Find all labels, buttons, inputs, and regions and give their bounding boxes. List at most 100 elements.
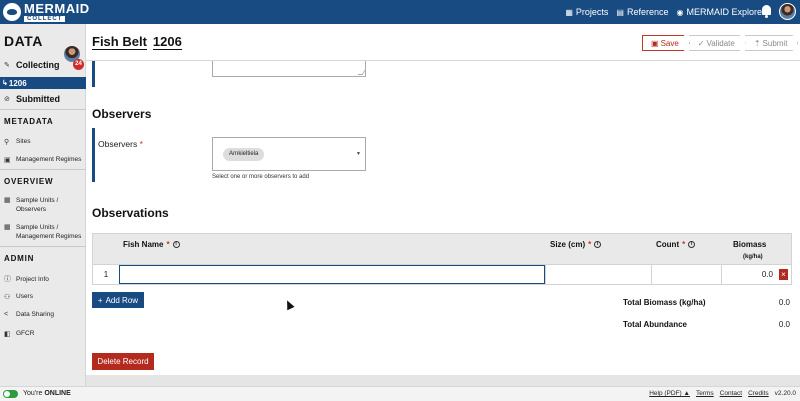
resize-grip-icon[interactable] (357, 70, 366, 75)
info-icon[interactable]: i (594, 241, 602, 248)
nav-link-reference[interactable]: ▤ Reference (616, 7, 668, 17)
gfcr-icon: ◧ (4, 330, 11, 338)
col-header-fish-name-label: Fish Name (123, 240, 164, 249)
credits-link[interactable]: Credits (748, 390, 769, 397)
sidebar-item-collecting-label: Collecting (16, 60, 60, 70)
reference-icon: ▤ (616, 7, 624, 17)
management-regimes-icon: ▣ (4, 156, 11, 164)
observations-section-title: Observations (92, 206, 169, 220)
add-row-button[interactable]: + Add Row (92, 292, 144, 308)
delete-row-button[interactable]: × (779, 269, 788, 280)
row-number: 1 (103, 270, 109, 279)
row-biomass-value: 0.0 (761, 270, 773, 279)
page-bottom-strip (86, 375, 800, 386)
submit-button-label: Submit (762, 38, 788, 48)
top-navbar: MERMAID COLLECT ▦ Projects ▤ Reference ◉… (0, 0, 800, 24)
sidebar-heading-overview: OVERVIEW (4, 177, 54, 186)
col-header-fish-name: Fish Name * i (123, 240, 180, 249)
info-icon[interactable]: i (688, 241, 696, 248)
sidebar-item-sites-label: Sites (16, 138, 31, 145)
col-header-size-label: Size (cm) (550, 240, 586, 249)
table-header: Fish Name * i Size (cm) * i Count * i Bioma… (92, 233, 792, 265)
observers-help-text: Select one or more observers to add (212, 174, 310, 180)
share-icon: < (4, 311, 9, 318)
sidebar-item-gfcr-label: GFCR (16, 330, 35, 337)
observer-chip[interactable]: Arnkieltiela (223, 148, 265, 161)
delete-record-button[interactable]: Delete Record (92, 353, 154, 370)
observations-table: Fish Name * i Size (cm) * i Count * i Bioma… (92, 233, 792, 285)
count-input[interactable] (651, 265, 721, 284)
return-arrow-icon: ↳ (2, 80, 8, 87)
submit-button[interactable]: ⇡ Submit (745, 35, 799, 51)
sidebar-heading-metadata: METADATA (4, 117, 54, 126)
mermaid-logo-icon (3, 3, 21, 21)
online-status-value: ONLINE (44, 390, 71, 397)
required-mark: * (166, 240, 170, 249)
sidebar-item-collecting[interactable]: ✎ Collecting (0, 60, 86, 70)
help-link-label: Help (PDF) (649, 390, 682, 397)
users-icon: ⚇ (4, 293, 11, 301)
fish-name-input[interactable] (119, 265, 545, 284)
sidebar-item-su-management-regimes[interactable]: ▦ Sample Units / Management Regimes (0, 223, 86, 241)
add-row-button-label: Add Row (105, 295, 139, 305)
total-biomass-label: Total Biomass (kg/ha) (623, 298, 706, 307)
help-link[interactable]: Help (PDF) ▲ (649, 390, 690, 397)
projects-icon: ▦ (565, 7, 573, 17)
nav-link-reference-label: Reference (626, 7, 669, 17)
total-abundance-label: Total Abundance (623, 320, 687, 329)
main-content: Fish Belt 1206 ▣ Save ✓ Validate ⇡ Submi… (86, 24, 800, 386)
terms-link[interactable]: Terms (696, 390, 714, 397)
upload-icon: ⇡ (753, 38, 761, 48)
online-status-prefix: You're (23, 390, 43, 397)
notifications-bell-icon[interactable] (761, 5, 772, 18)
nav-link-projects[interactable]: ▦ Projects (565, 7, 608, 17)
sidebar-item-sites[interactable]: ⚲ Sites (0, 137, 86, 146)
online-toggle[interactable] (3, 390, 18, 398)
save-button[interactable]: ▣ Save (642, 35, 690, 51)
sidebar-divider (0, 109, 86, 110)
online-status: You're ONLINE (23, 390, 71, 397)
notes-textarea[interactable] (212, 61, 366, 77)
sidebar-divider (0, 246, 86, 247)
table-row: 1 0.0 × (92, 265, 792, 285)
sidebar-item-data-sharing[interactable]: < Data Sharing (0, 310, 86, 319)
col-header-size: Size (cm) * i (550, 240, 602, 249)
page-title: Fish Belt 1206 (92, 35, 182, 50)
sidebar-item-submitted-label: Submitted (16, 94, 60, 104)
field-accent-bar (92, 61, 95, 87)
sidebar-item-submitted[interactable]: ⊘ Submitted (0, 94, 86, 104)
sidebar-item-users[interactable]: ⚇ Users (0, 292, 86, 301)
mermaid-logo[interactable]: MERMAID COLLECT (3, 2, 90, 22)
sidebar-item-su-management-regimes-label: Sample Units / Management Regimes (16, 224, 82, 240)
sample-units-observers-icon: ▦ (4, 197, 11, 204)
nav-link-explore[interactable]: ◉ MERMAID Explore (677, 7, 763, 17)
user-avatar[interactable] (779, 3, 796, 20)
required-mark: * (139, 139, 143, 149)
sidebar-item-management-regimes[interactable]: ▣ Management Regimes (0, 155, 86, 164)
sidebar-item-active-record[interactable]: ↳ 1206 (0, 77, 86, 89)
field-accent-bar (92, 128, 95, 182)
record-header: Fish Belt 1206 ▣ Save ✓ Validate ⇡ Submi… (86, 24, 800, 61)
sidebar-item-gfcr[interactable]: ◧ GFCR (0, 329, 86, 338)
sidebar-item-users-label: Users (16, 293, 33, 300)
globe-icon: ◉ (676, 7, 684, 17)
sidebar-divider (0, 169, 86, 170)
sidebar-item-project-info-label: Project Info (16, 275, 49, 283)
info-icon[interactable]: i (172, 241, 180, 248)
notes-field-row (92, 61, 792, 89)
sidebar-item-project-info[interactable]: ⓘ Project Info (0, 274, 86, 284)
chevron-down-icon[interactable]: ▼ (356, 151, 361, 157)
info-icon: ⓘ (4, 276, 11, 283)
page-title-protocol: Fish Belt (92, 34, 147, 50)
contact-link[interactable]: Contact (720, 390, 742, 397)
total-biomass-value: 0.0 (778, 298, 790, 307)
sidebar-item-su-observers[interactable]: ▦ Sample Units / Observers (0, 196, 86, 214)
required-mark: * (682, 240, 686, 249)
validate-button[interactable]: ✓ Validate (689, 35, 746, 51)
nav-link-explore-label: MERMAID Explore (686, 7, 762, 17)
footer: You're ONLINE Help (PDF) ▲ Terms Contact… (0, 386, 800, 401)
size-input[interactable] (545, 265, 651, 284)
check-icon: ✓ (697, 38, 705, 48)
sidebar-item-su-observers-label: Sample Units / Observers (16, 197, 59, 213)
observers-select[interactable]: Arnkieltiela ▼ (212, 137, 366, 171)
